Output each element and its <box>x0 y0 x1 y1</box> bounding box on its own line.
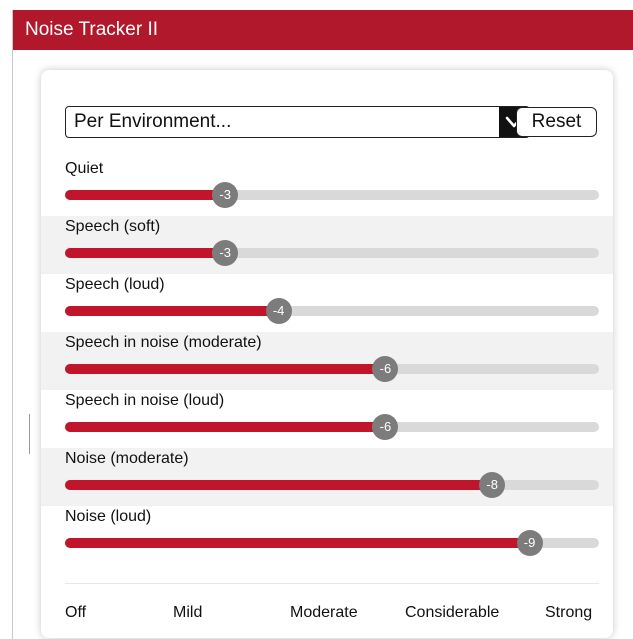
slider-row-speech-in-noise-loud: Speech in noise (loud) -6 <box>41 390 613 448</box>
slider-row-speech-loud: Speech (loud) -4 <box>41 274 613 332</box>
slider-label: Speech in noise (loud) <box>65 392 225 409</box>
slider-row-speech-in-noise-moderate: Speech in noise (moderate) -6 <box>41 332 613 390</box>
scale-label-moderate: Moderate <box>290 604 358 621</box>
slider-fill <box>65 364 386 374</box>
slider-label: Noise (moderate) <box>65 450 189 467</box>
slider-label: Noise (loud) <box>65 508 152 525</box>
slider-fill <box>65 480 493 490</box>
slider-thumb[interactable]: -8 <box>479 472 506 498</box>
slider-row-quiet: Quiet -3 <box>41 158 613 216</box>
window-title: Noise Tracker II <box>25 19 159 40</box>
slider-fill <box>65 190 226 200</box>
slider-track[interactable]: -6 <box>65 414 599 440</box>
scale-label-strong: Strong <box>545 604 593 621</box>
slider-fill <box>65 306 279 316</box>
environment-dropdown[interactable]: Per Environment... <box>65 106 530 138</box>
slider-track[interactable]: -4 <box>65 298 599 324</box>
slider-label: Speech (loud) <box>65 276 165 293</box>
slider-track[interactable]: -3 <box>65 182 599 208</box>
slider-track[interactable]: -9 <box>65 530 599 556</box>
slider-track[interactable]: -3 <box>65 240 599 266</box>
slider-row-speech-soft: Speech (soft) -3 <box>41 216 613 274</box>
slider-thumb[interactable]: -3 <box>212 240 239 266</box>
slider-label: Speech (soft) <box>65 218 161 235</box>
slider-fill <box>65 248 226 258</box>
slider-label: Speech in noise (moderate) <box>65 334 262 351</box>
slider-thumb[interactable]: -3 <box>212 182 239 208</box>
scale-label-mild: Mild <box>173 604 203 621</box>
dropdown-value: Per Environment... <box>74 111 232 132</box>
slider-track[interactable]: -6 <box>65 356 599 382</box>
scale-label-off: Off <box>65 604 87 621</box>
reset-button[interactable]: Reset <box>516 107 597 137</box>
slider-thumb[interactable]: -9 <box>516 530 543 556</box>
slider-row-noise-loud: Noise (loud) -9 <box>41 506 613 564</box>
slider-fill <box>65 538 530 548</box>
slider-label: Quiet <box>65 160 104 177</box>
title-bar: Noise Tracker II <box>13 10 633 50</box>
slider-thumb[interactable]: -6 <box>372 356 399 382</box>
scale-divider <box>65 583 599 584</box>
window-edge-marker <box>29 414 30 454</box>
slider-track[interactable]: -8 <box>65 472 599 498</box>
slider-thumb[interactable]: -6 <box>372 414 399 440</box>
app-window: Noise Tracker II Per Environment... Rese… <box>12 10 633 639</box>
slider-row-noise-moderate: Noise (moderate) -8 <box>41 448 613 506</box>
scale-label-considerable: Considerable <box>405 604 500 621</box>
slider-fill <box>65 422 386 432</box>
slider-thumb[interactable]: -4 <box>265 298 292 324</box>
settings-panel: Per Environment... Reset Quiet -3 Speech… <box>41 70 613 638</box>
